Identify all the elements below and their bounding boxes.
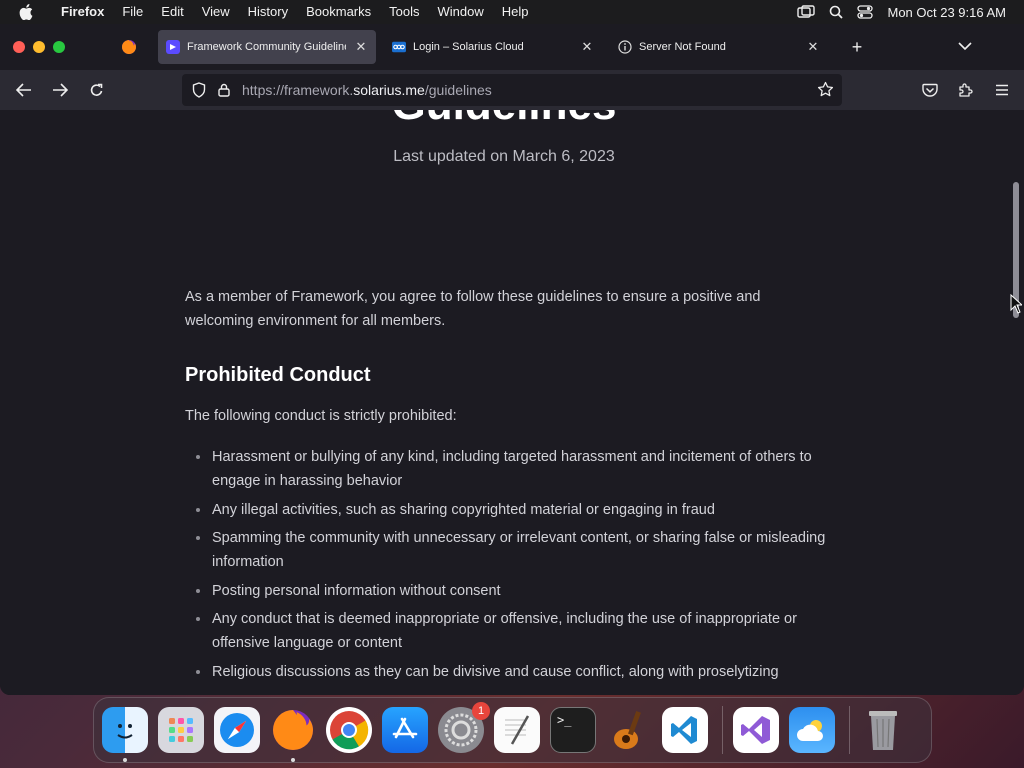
page-title: Guidelines xyxy=(0,110,1008,130)
menu-file[interactable]: File xyxy=(113,0,152,24)
menu-tools[interactable]: Tools xyxy=(380,0,428,24)
firefox-icon xyxy=(122,40,136,54)
intro-paragraph: As a member of Framework, you agree to f… xyxy=(185,289,761,329)
minimize-window-button[interactable] xyxy=(33,41,45,53)
list-item: Religious discussions as they can be div… xyxy=(185,660,835,684)
firefox-dock-icon[interactable] xyxy=(270,707,316,762)
window-controls xyxy=(0,41,108,53)
section-lead: The following conduct is strictly prohib… xyxy=(185,408,457,424)
textedit-icon[interactable] xyxy=(494,707,540,753)
dock-separator xyxy=(849,706,850,754)
terminal-icon[interactable]: >_ xyxy=(550,707,596,753)
new-tab-plus-icon[interactable]: + xyxy=(842,37,872,58)
list-item: Any conduct that is deemed inappropriate… xyxy=(185,607,835,655)
tab-bar: Framework Community Guidelines ✕ Login –… xyxy=(0,24,1024,70)
system-settings-icon[interactable]: 1 xyxy=(438,702,490,753)
tab-server-not-found[interactable]: Server Not Found ✕ xyxy=(610,30,828,64)
tab-solarius-login[interactable]: Login – Solarius Cloud ✕ xyxy=(384,30,602,64)
back-arrow-icon[interactable] xyxy=(6,83,42,97)
pinned-tab-firefox[interactable] xyxy=(108,24,150,70)
control-center-icon[interactable] xyxy=(857,5,874,19)
tab-title: Framework Community Guidelines xyxy=(187,41,346,53)
tab-framework-guidelines[interactable]: Framework Community Guidelines ✕ xyxy=(158,30,376,64)
reload-icon[interactable] xyxy=(78,83,114,98)
lock-icon[interactable] xyxy=(216,83,232,97)
vscode-icon[interactable] xyxy=(662,707,708,753)
pocket-icon[interactable] xyxy=(912,83,948,98)
menu-app-name[interactable]: Firefox xyxy=(52,0,113,24)
page-content: Guidelines Last updated on March 6, 2023… xyxy=(0,110,1008,695)
toolbar-right xyxy=(912,70,1024,110)
navigation-toolbar: https://framework.solarius.me/guidelines xyxy=(0,70,1024,110)
tab-title: Login – Solarius Cloud xyxy=(413,41,524,53)
address-bar[interactable]: https://framework.solarius.me/guidelines xyxy=(182,74,842,106)
menu-window[interactable]: Window xyxy=(429,0,493,24)
close-window-button[interactable] xyxy=(13,41,25,53)
section-heading: Prohibited Conduct xyxy=(185,364,371,386)
menu-history[interactable]: History xyxy=(239,0,297,24)
info-icon xyxy=(618,40,632,54)
finder-icon[interactable] xyxy=(102,707,148,762)
weather-icon[interactable] xyxy=(789,707,835,753)
menu-edit[interactable]: Edit xyxy=(152,0,192,24)
page-scrollbar[interactable] xyxy=(1008,110,1024,695)
menu-help[interactable]: Help xyxy=(493,0,538,24)
forward-arrow-icon[interactable] xyxy=(42,83,78,97)
mouse-cursor-icon xyxy=(1010,294,1022,314)
apple-menu-icon[interactable] xyxy=(0,4,52,20)
menu-bar: Firefox File Edit View History Bookmarks… xyxy=(0,0,1024,24)
framework-favicon-icon xyxy=(166,40,180,54)
close-tab-icon[interactable]: ✕ xyxy=(580,39,594,55)
extensions-puzzle-icon[interactable] xyxy=(948,82,984,98)
dock: 1 >_ xyxy=(93,697,932,763)
url-text[interactable]: https://framework.solarius.me/guidelines xyxy=(242,82,492,98)
menu-view[interactable]: View xyxy=(193,0,239,24)
close-tab-icon[interactable]: ✕ xyxy=(806,39,820,55)
notification-badge: 1 xyxy=(472,702,490,720)
prohibited-conduct-list: Harassment or bullying of any kind, incl… xyxy=(185,445,835,688)
menubar-clock[interactable]: Mon Oct 23 9:16 AM xyxy=(887,5,1006,20)
zoom-window-button[interactable] xyxy=(53,41,65,53)
running-indicator xyxy=(291,758,295,762)
nextcloud-favicon-icon xyxy=(392,40,406,54)
chrome-icon[interactable] xyxy=(326,707,372,753)
list-all-tabs-chevron-icon[interactable] xyxy=(958,38,972,56)
running-indicator xyxy=(123,758,127,762)
url-path: /guidelines xyxy=(424,82,492,98)
launchpad-icon[interactable] xyxy=(158,707,204,753)
list-item: Spamming the community with unnecessary … xyxy=(185,526,835,574)
close-tab-icon[interactable]: ✕ xyxy=(354,39,368,55)
dock-separator xyxy=(722,706,723,754)
app-store-icon[interactable] xyxy=(382,707,428,753)
menu-bookmarks[interactable]: Bookmarks xyxy=(297,0,380,24)
list-item: Posting personal information without con… xyxy=(185,579,835,603)
bookmark-star-icon[interactable] xyxy=(817,81,834,101)
list-item: Any illegal activities, such as sharing … xyxy=(185,498,835,522)
tracking-protection-shield-icon[interactable] xyxy=(190,82,208,98)
trash-icon[interactable] xyxy=(860,707,906,753)
safari-icon[interactable] xyxy=(214,707,260,753)
tab-title: Server Not Found xyxy=(639,41,726,53)
screen-mirroring-icon[interactable] xyxy=(797,5,816,19)
visual-studio-icon[interactable] xyxy=(733,707,779,753)
last-updated-text: Last updated on March 6, 2023 xyxy=(393,148,615,165)
list-item: Harassment or bullying of any kind, incl… xyxy=(185,445,835,493)
spotlight-search-icon[interactable] xyxy=(829,5,844,19)
browser-window: Framework Community Guidelines ✕ Login –… xyxy=(0,24,1024,695)
app-menu-hamburger-icon[interactable] xyxy=(984,84,1020,96)
garageband-icon[interactable] xyxy=(606,707,652,753)
url-prefix: https://framework. xyxy=(242,82,354,98)
url-domain: solarius.me xyxy=(353,82,425,98)
